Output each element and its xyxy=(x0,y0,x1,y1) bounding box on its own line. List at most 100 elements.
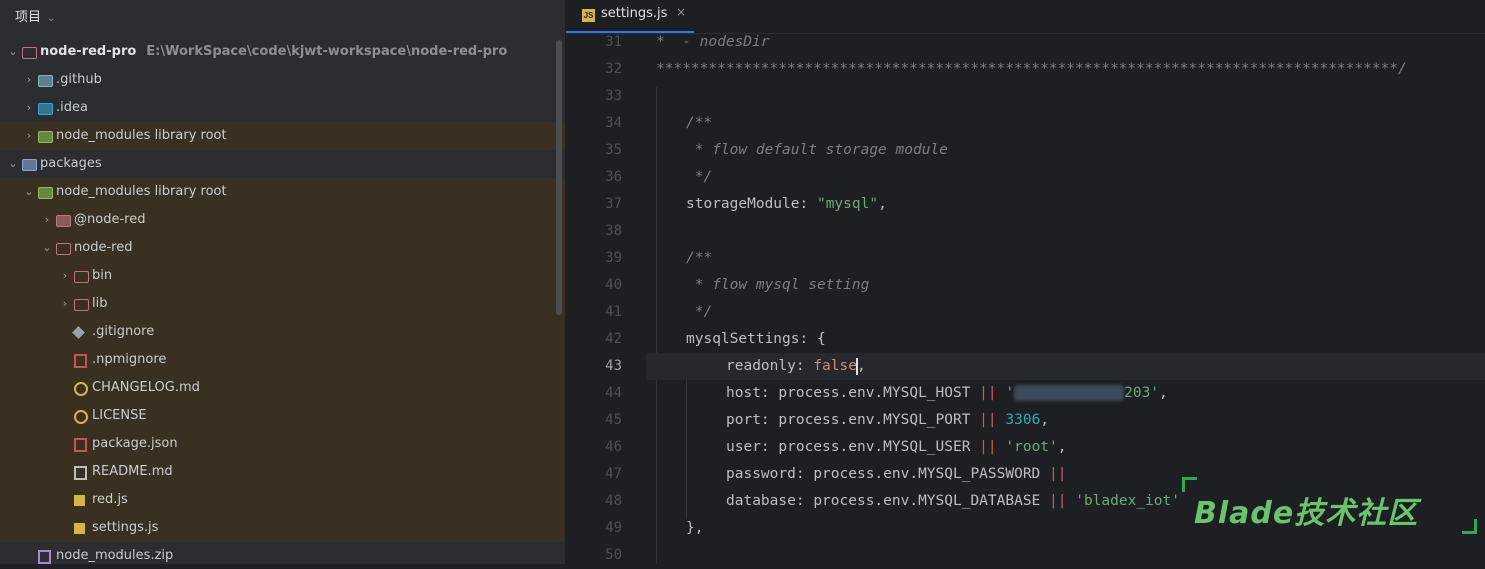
tree-item-label: node_modules library root xyxy=(56,128,227,143)
line-number: 40 xyxy=(605,277,622,293)
watermark-corner xyxy=(1462,519,1477,534)
code-line-44: host: process.env.MYSQL_HOST || ' 203', xyxy=(726,385,1168,401)
js-file-icon xyxy=(74,523,85,534)
chevron-right-icon[interactable]: › xyxy=(22,122,36,150)
folder-icon xyxy=(74,299,89,311)
tree-item[interactable]: .npmignore xyxy=(0,346,565,374)
tree-item[interactable]: › .idea xyxy=(0,94,565,122)
tree-item-label: package.json xyxy=(92,436,178,451)
project-panel: 项目 ⌄ ⌄ node-red-pro E:\WorkSpace\code\kjwt-… xyxy=(0,0,565,564)
chevron-down-icon: ⌄ xyxy=(47,13,56,24)
line-number: 42 xyxy=(605,331,622,347)
code-editor: JS settings.js × 31 32 33 34 35 36 37 38 39 40 41 4… xyxy=(566,0,1485,564)
book-icon xyxy=(74,466,87,480)
code-line-31: * - nodesDir xyxy=(656,34,770,50)
project-title: 项目 xyxy=(15,10,42,25)
code-line-34: /** xyxy=(686,115,713,131)
project-view-selector[interactable]: 项目 ⌄ xyxy=(15,6,55,25)
code-line-32: ****************************************… xyxy=(656,61,1407,77)
line-number-gutter[interactable]: 31 32 33 34 35 36 37 38 39 40 41 42 43 44 45 46 47 48 49 50 xyxy=(566,33,646,564)
tree-item[interactable]: settings.js xyxy=(0,514,565,542)
line-number: 32 xyxy=(605,61,622,77)
chevron-down-icon[interactable]: ⌄ xyxy=(22,178,36,206)
code-line-40: * flow mysql setting xyxy=(686,277,870,293)
tree-item[interactable]: package.json xyxy=(0,430,565,458)
tree-item[interactable]: ⌄ node-red xyxy=(0,234,565,262)
code-line-43-current: readonly: false, xyxy=(646,353,1485,380)
tree-item-label: bin xyxy=(92,268,113,283)
project-panel-header[interactable]: 项目 ⌄ xyxy=(0,0,565,30)
tree-item-label: .gitignore xyxy=(92,324,155,339)
indent-guide xyxy=(686,357,687,519)
line-number: 38 xyxy=(605,223,622,239)
tree-item[interactable]: › bin xyxy=(0,262,565,290)
chevron-right-icon[interactable]: › xyxy=(22,66,36,94)
code-area[interactable]: * - nodesDir ***************************… xyxy=(646,33,1485,564)
chevron-down-icon[interactable]: ⌄ xyxy=(6,38,20,66)
tree-item[interactable]: CHANGELOG.md xyxy=(0,374,565,402)
folder-icon xyxy=(22,47,37,59)
tree-item[interactable]: red.js xyxy=(0,486,565,514)
code-line-41: */ xyxy=(686,304,713,320)
tree-item[interactable]: › .github xyxy=(0,66,565,94)
node-modules-folder-icon xyxy=(38,187,53,199)
tree-item-label: node_modules library root xyxy=(56,184,227,199)
github-folder-icon xyxy=(38,75,53,87)
line-number: 46 xyxy=(605,439,622,455)
tree-item-label: README.md xyxy=(92,464,173,479)
tree-item[interactable]: README.md xyxy=(0,458,565,486)
line-number: 43 xyxy=(605,358,622,374)
folder-icon xyxy=(56,215,71,227)
tree-item[interactable]: › @node-red xyxy=(0,206,565,234)
code-line-42: mysqlSettings: { xyxy=(686,331,826,347)
tree-item[interactable]: › lib xyxy=(0,290,565,318)
line-number: 35 xyxy=(605,142,622,158)
line-number: 41 xyxy=(605,304,622,320)
tree-item-label: .idea xyxy=(56,100,88,115)
tree-item-label: node_modules.zip xyxy=(56,548,174,563)
line-number: 34 xyxy=(605,115,622,131)
tree-item-label: @node-red xyxy=(74,212,146,227)
tree-item-label: settings.js xyxy=(92,520,159,535)
zip-icon xyxy=(38,550,51,564)
tree-item-label: LICENSE xyxy=(92,408,147,423)
line-number: 48 xyxy=(605,493,622,509)
git-icon xyxy=(72,326,85,339)
chevron-down-icon[interactable]: ⌄ xyxy=(6,150,20,178)
js-file-icon xyxy=(74,495,85,506)
tree-item[interactable]: ⌄ node_modules library root xyxy=(0,178,565,206)
tree-item-label: lib xyxy=(92,296,108,311)
tree-item[interactable]: ⌄ node-red-pro E:\WorkSpace\code\kjwt-work… xyxy=(0,38,565,66)
line-number: 49 xyxy=(605,520,622,536)
line-number: 37 xyxy=(605,196,622,212)
tree-item-label: .npmignore xyxy=(92,352,167,367)
chevron-down-icon[interactable]: ⌄ xyxy=(40,234,54,262)
close-icon[interactable]: × xyxy=(676,5,686,19)
code-line-36: */ xyxy=(686,169,713,185)
node-modules-folder-icon xyxy=(38,131,53,143)
tree-item[interactable]: .gitignore xyxy=(0,318,565,346)
tree-item[interactable]: › node_modules library root xyxy=(0,122,565,150)
indent-guide xyxy=(656,87,657,564)
idea-folder-icon xyxy=(38,103,53,115)
code-line-39: /** xyxy=(686,250,713,266)
tab-label: settings.js xyxy=(601,6,668,21)
code-line-37: storageModule: "mysql", xyxy=(686,196,887,212)
chevron-right-icon[interactable]: › xyxy=(40,206,54,234)
tree-item[interactable]: node_modules.zip xyxy=(0,542,565,564)
tree-item[interactable]: ⌄ packages xyxy=(0,150,565,178)
tree-item-label: CHANGELOG.md xyxy=(92,380,200,395)
tree-item-label: packages xyxy=(40,156,102,171)
watermark-logo: Blade技术社区 xyxy=(1194,496,1419,531)
tree-item-label: node-red xyxy=(74,240,133,255)
tree-item-label: .github xyxy=(56,72,102,87)
chevron-right-icon[interactable]: › xyxy=(58,290,72,318)
line-number: 50 xyxy=(605,547,622,563)
chevron-right-icon[interactable]: › xyxy=(22,94,36,122)
chevron-right-icon[interactable]: › xyxy=(58,262,72,290)
package-folder-icon xyxy=(22,159,37,171)
redacted-host-blur xyxy=(1014,385,1125,401)
line-number: 44 xyxy=(605,385,622,401)
tree-item[interactable]: LICENSE xyxy=(0,402,565,430)
line-number: 47 xyxy=(605,466,622,482)
